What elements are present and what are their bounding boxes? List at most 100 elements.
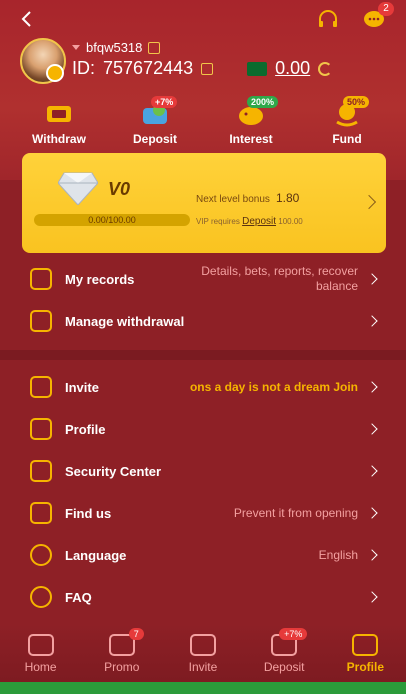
- menu-label: My records: [65, 271, 135, 287]
- top-icons: 2: [316, 2, 394, 32]
- username-row: bfqw5318: [72, 40, 161, 55]
- next-level-bonus: Next level bonus 1.80: [196, 191, 299, 205]
- menu-value: Details, bets, reports, recover balance: [201, 264, 358, 293]
- menu-item-faq[interactable]: FAQ: [0, 576, 406, 618]
- menu-label: Security Center: [65, 463, 162, 479]
- chevron-right-icon: [366, 315, 378, 327]
- chevron-right-icon: [366, 507, 378, 519]
- action-label: Interest: [229, 132, 273, 146]
- diamond-icon: [58, 172, 98, 205]
- menu-label: FAQ: [65, 589, 92, 605]
- tab-home[interactable]: Home: [6, 634, 76, 674]
- balance-value[interactable]: 0.00: [275, 58, 310, 79]
- vip-progress-bar: 0.00/100.00: [34, 214, 190, 226]
- promo-badge: 7: [128, 628, 144, 640]
- vip-card[interactable]: V0 0.00/100.00 Next level bonus 1.80 VIP …: [22, 153, 386, 253]
- quick-actions: Withdraw +7% Deposit 200% Interest 50% F…: [14, 96, 392, 146]
- username: bfqw5318: [86, 40, 143, 55]
- tab-label: Deposit: [263, 660, 305, 674]
- pakistan-flag-icon: [247, 61, 268, 76]
- withdrawal-manage-icon: [30, 310, 52, 332]
- fund-pill: 50%: [343, 96, 370, 108]
- chevron-right-icon: [366, 549, 378, 561]
- records-icon: [30, 268, 52, 290]
- menu-label: Language: [65, 547, 127, 563]
- menu-item-find-us[interactable]: Find us Prevent it from opening: [0, 492, 406, 534]
- vip-requires-value: 100.00: [278, 217, 303, 226]
- tab-deposit[interactable]: +7% Deposit: [249, 628, 319, 674]
- copy-username-icon[interactable]: [148, 41, 161, 54]
- tab-profile[interactable]: Profile: [330, 634, 400, 674]
- copy-id-icon[interactable]: [201, 62, 214, 75]
- id-row: ID: 757672443 0.00: [72, 58, 333, 79]
- tab-promo[interactable]: 7 Promo: [87, 628, 157, 674]
- menu-value: ons a day is not a dream Join: [189, 380, 358, 394]
- edit-avatar-icon[interactable]: [46, 64, 64, 82]
- vip-level: V0: [108, 179, 131, 199]
- home-icon: [27, 634, 54, 656]
- deposit-pill: +7%: [151, 96, 178, 108]
- grass-decoration: [0, 682, 406, 694]
- invite-icon: [30, 376, 52, 398]
- chevron-right-icon: [366, 381, 378, 393]
- action-label: Fund: [332, 132, 362, 146]
- menu-primary: My records Details, bets, reports, recov…: [0, 258, 406, 342]
- vip-requires-action[interactable]: Deposit: [242, 216, 276, 227]
- menu-item-records[interactable]: My records Details, bets, reports, recov…: [0, 258, 406, 300]
- vip-caret-icon: [72, 45, 80, 50]
- menu-label: Manage withdrawal: [65, 313, 185, 329]
- action-label: Withdraw: [32, 132, 86, 146]
- faq-icon: [30, 586, 52, 608]
- withdraw-icon: [43, 100, 75, 128]
- action-label: Deposit: [132, 132, 177, 146]
- tab-label: Profile: [346, 660, 385, 674]
- menu-item-manage-withdrawal[interactable]: Manage withdrawal: [0, 300, 406, 342]
- back-icon[interactable]: [16, 8, 38, 30]
- vip-requirement: VIP requires Deposit 100.00: [196, 216, 303, 227]
- tab-invite[interactable]: Invite: [168, 634, 238, 674]
- menu-item-security-center[interactable]: Security Center: [0, 450, 406, 492]
- section-divider: [0, 350, 406, 360]
- tab-label: Promo: [104, 660, 140, 674]
- id-label: ID:: [72, 58, 96, 78]
- chevron-right-icon: [366, 423, 378, 435]
- menu-value: English: [318, 548, 358, 562]
- next-bonus-value: 1.80: [275, 191, 300, 205]
- deposit-icon: +7%: [139, 96, 178, 128]
- id-value: 757672443: [103, 58, 194, 78]
- headset-icon[interactable]: [316, 8, 340, 32]
- action-fund[interactable]: 50% Fund: [302, 96, 392, 146]
- action-interest[interactable]: 200% Interest: [206, 96, 296, 146]
- action-withdraw[interactable]: Withdraw: [14, 100, 104, 146]
- fund-icon: 50%: [331, 96, 370, 128]
- next-bonus-label: Next level bonus: [196, 194, 270, 205]
- shield-icon: [30, 460, 52, 482]
- messages-button[interactable]: 2: [362, 2, 394, 32]
- chevron-right-icon: [361, 194, 377, 210]
- vip-requires-label: VIP requires: [196, 217, 240, 226]
- deposit-badge: +7%: [279, 628, 308, 640]
- chevron-right-icon: [366, 273, 378, 285]
- menu-label: Invite: [65, 379, 99, 395]
- action-deposit[interactable]: +7% Deposit: [110, 96, 200, 146]
- profile-tab-icon: [352, 634, 379, 656]
- refresh-balance-icon[interactable]: [318, 61, 333, 76]
- menu-item-invite[interactable]: Invite ons a day is not a dream Join: [0, 366, 406, 408]
- interest-icon: 200%: [235, 96, 279, 128]
- chevron-right-icon: [366, 465, 378, 477]
- tab-label: Invite: [188, 660, 218, 674]
- interest-pill: 200%: [247, 96, 279, 108]
- menu-item-language[interactable]: Language English: [0, 534, 406, 576]
- messages-badge: 2: [378, 2, 394, 16]
- menu-label: Find us: [65, 505, 112, 521]
- menu-secondary: Invite ons a day is not a dream Join Pro…: [0, 366, 406, 618]
- tab-label: Home: [24, 660, 57, 674]
- menu-value: Prevent it from opening: [233, 506, 358, 520]
- menu-label: Profile: [65, 421, 106, 437]
- chevron-right-icon: [366, 591, 378, 603]
- menu-item-profile[interactable]: Profile: [0, 408, 406, 450]
- globe-icon: [30, 544, 52, 566]
- find-us-icon: [30, 502, 52, 524]
- invite-friends-icon: [189, 634, 216, 656]
- vip-progress-text: 0.00/100.00: [88, 215, 136, 225]
